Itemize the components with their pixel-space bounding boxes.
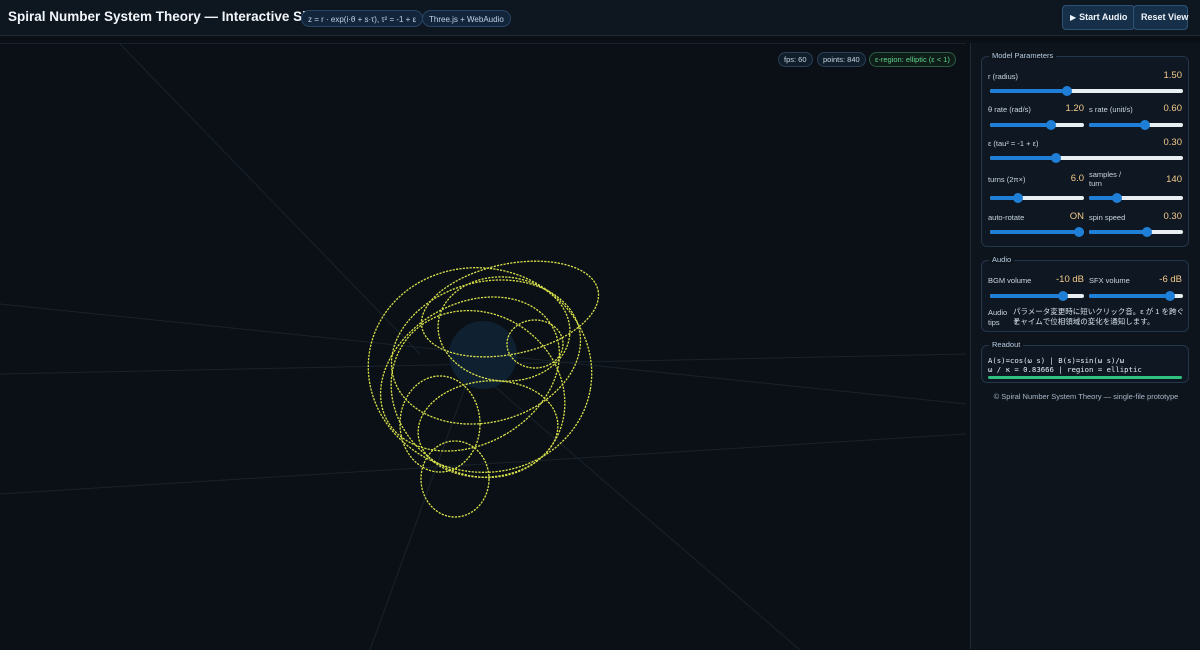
epsilon-slider[interactable] <box>990 153 1183 163</box>
top-bar: Spiral Number System Theory — Interactiv… <box>0 0 1200 36</box>
sfx-volume-value: -6 dB <box>1159 274 1182 285</box>
s-rate-thumb[interactable] <box>1140 120 1151 130</box>
spiral-loop-6 <box>390 309 566 479</box>
samples-label-line1: samples / <box>1089 170 1122 179</box>
audio-tips-label-line1: Audio <box>988 308 1008 317</box>
model-parameters-panel: Model Parameters r (radius) 1.50 θ rate … <box>981 51 1189 247</box>
origin-sphere <box>449 321 517 389</box>
r-slider[interactable] <box>990 86 1183 96</box>
spiral-loop-5 <box>420 440 490 518</box>
audio-legend: Audio <box>989 255 1015 264</box>
epsilon-label: ε (tau² = -1 + ε) <box>988 139 1039 148</box>
footer-copyright: © Spiral Number System Theory — single-f… <box>993 392 1179 401</box>
turns-value: 6.0 <box>1070 173 1084 184</box>
bgm-volume-thumb[interactable] <box>1058 291 1069 301</box>
tech-badge: Three.js + WebAudio <box>422 10 511 27</box>
points-badge: points: 840 <box>817 52 866 67</box>
auto-rotate-value: ON <box>1069 211 1084 222</box>
samples-thumb[interactable] <box>1112 193 1123 203</box>
auto-rotate-thumb[interactable] <box>1074 227 1085 237</box>
s-rate-label: s rate (unit/s) <box>1089 105 1133 114</box>
fps-badge: fps: 60 <box>778 52 813 67</box>
control-sidebar: Model Parameters r (radius) 1.50 θ rate … <box>970 43 1200 649</box>
spiral-curve <box>367 260 600 518</box>
samples-value: 140 <box>1166 174 1182 185</box>
epsilon-value: 0.30 <box>1163 137 1183 148</box>
3d-viewport[interactable]: fps: 60 points: 840 ε-region: elliptic (… <box>0 43 966 650</box>
theta-rate-thumb[interactable] <box>1046 120 1057 130</box>
start-audio-button[interactable]: ▶ Start Audio <box>1062 5 1136 30</box>
r-slider-thumb[interactable] <box>1062 86 1073 96</box>
readout-indicator-bar <box>988 376 1182 379</box>
readout-legend: Readout <box>989 340 1024 349</box>
scene-canvas[interactable] <box>0 44 966 650</box>
samples-label-line2: turn <box>1089 179 1102 188</box>
auto-rotate-label: auto-rotate <box>988 213 1025 222</box>
model-parameters-legend: Model Parameters <box>989 51 1057 60</box>
bgm-volume-label: BGM volume <box>988 276 1032 285</box>
turns-thumb[interactable] <box>1013 193 1024 203</box>
spin-speed-slider[interactable] <box>1089 227 1183 237</box>
turns-slider[interactable] <box>990 193 1084 203</box>
readout-line-2: ω / κ = 0.83666 | region = elliptic <box>988 365 1142 374</box>
reset-view-label: Reset View <box>1141 12 1189 22</box>
start-audio-label: Start Audio <box>1079 12 1128 22</box>
turns-label: turns (2π×) <box>988 175 1026 184</box>
audio-panel: Audio BGM volume -10 dB SFX volume -6 dB… <box>981 255 1189 332</box>
readout-panel: Readout A(s)=cos(ω s) | B(s)=sin(ω s)/ω … <box>981 340 1189 383</box>
play-icon: ▶ <box>1070 13 1077 22</box>
region-badge: ε-region: elliptic (ε < 1) <box>869 52 956 67</box>
sfx-volume-label: SFX volume <box>1089 276 1130 285</box>
auto-rotate-toggle[interactable] <box>990 227 1085 237</box>
r-value: 1.50 <box>1163 70 1183 81</box>
spin-speed-thumb[interactable] <box>1142 227 1153 237</box>
theta-rate-label: θ rate (rad/s) <box>988 105 1031 114</box>
s-rate-slider[interactable] <box>1089 120 1183 130</box>
bgm-volume-value: -10 dB <box>1056 274 1084 285</box>
spiral-loop-7 <box>506 319 564 369</box>
theta-rate-value: 1.20 <box>1065 103 1085 114</box>
spin-speed-label: spin speed <box>1089 213 1126 222</box>
audio-tips-label-line2: tips <box>988 318 1000 327</box>
theta-rate-slider[interactable] <box>990 120 1084 130</box>
audio-tips-text-line2: チャイムで位相領域の変化を通知します。 <box>1013 317 1155 326</box>
bgm-volume-slider[interactable] <box>990 291 1084 301</box>
formula-badge: z = r · exp(i·θ + s·τ), τ² = -1 + ε <box>301 10 424 27</box>
s-rate-value: 0.60 <box>1163 103 1183 114</box>
r-label: r (radius) <box>988 72 1019 81</box>
readout-line-1: A(s)=cos(ω s) | B(s)=sin(ω s)/ω <box>988 356 1125 365</box>
sfx-volume-slider[interactable] <box>1089 291 1183 301</box>
samples-slider[interactable] <box>1089 193 1183 203</box>
reset-view-button[interactable]: Reset View <box>1133 5 1188 30</box>
sfx-volume-thumb[interactable] <box>1164 291 1175 301</box>
epsilon-thumb[interactable] <box>1050 153 1061 163</box>
spin-speed-value: 0.30 <box>1163 211 1183 222</box>
